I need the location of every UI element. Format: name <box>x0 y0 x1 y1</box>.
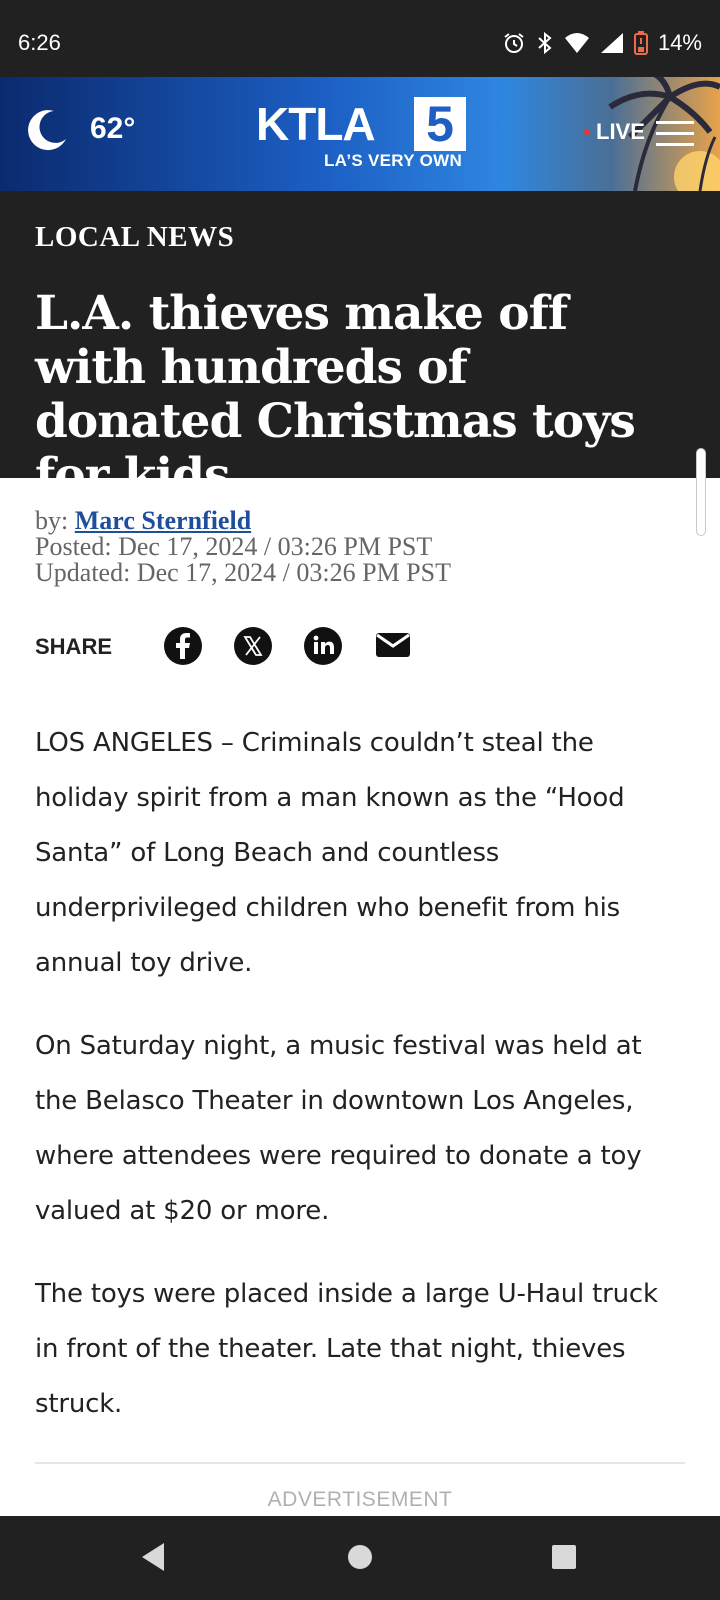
facebook-icon[interactable] <box>163 626 203 666</box>
share-label: SHARE <box>35 634 113 659</box>
article-headline: L.A. thieves make off with hundreds of d… <box>35 286 636 503</box>
updated-date: Updated: Dec 17, 2024 / 03:26 PM PST <box>35 558 451 587</box>
article-paragraph: The toys were placed inside a large U-Ha… <box>35 1279 658 1419</box>
article-hero: LOCAL NEWS L.A. thieves make off with hu… <box>0 191 720 503</box>
advertisement-label: ADVERTISEMENT <box>267 1488 453 1511</box>
share-row: SHARE <box>35 626 435 670</box>
article-paragraph: On Saturday night, a music festival was … <box>35 1031 642 1226</box>
author-link[interactable]: Marc Sternfield <box>75 506 251 535</box>
live-label: LIVE <box>596 119 645 144</box>
scrollbar-thumb[interactable] <box>696 448 706 536</box>
logo-letters: KTLA <box>256 98 376 150</box>
ad-divider <box>35 1462 685 1464</box>
ktla-logo[interactable]: KTLA 5 LA’S VERY OWN <box>256 97 468 171</box>
x-icon[interactable] <box>233 626 273 666</box>
battery-percentage: 14% <box>657 30 702 55</box>
home-icon[interactable] <box>346 1540 374 1574</box>
logo-tagline: LA’S VERY OWN <box>324 151 463 170</box>
status-time: 6:26 <box>18 30 61 55</box>
weather-temperature: 62° <box>90 112 136 145</box>
email-icon[interactable] <box>373 626 413 666</box>
linkedin-icon[interactable] <box>303 626 343 666</box>
byline-prefix: by: <box>35 506 69 535</box>
weather-widget[interactable]: 62° <box>26 107 135 151</box>
status-bar: 6:26 14% <box>0 0 720 77</box>
live-dot <box>584 129 590 135</box>
live-button[interactable]: LIVE <box>584 119 645 145</box>
status-icons: 14% <box>502 28 702 58</box>
recents-icon[interactable] <box>550 1540 578 1574</box>
posted-date: Posted: Dec 17, 2024 / 03:26 PM PST <box>35 532 433 561</box>
system-nav-bar <box>0 1516 720 1600</box>
article-body: LOS ANGELES – Criminals couldn’t steal t… <box>35 716 685 1460</box>
article-paragraph: LOS ANGELES – Criminals couldn’t steal t… <box>35 728 625 978</box>
bluetooth-icon <box>538 31 552 55</box>
byline-author-line: by: Marc Sternfield <box>35 508 451 534</box>
alarm-icon <box>504 33 524 53</box>
signal-icon <box>600 33 623 53</box>
back-icon[interactable] <box>138 1540 168 1574</box>
byline: by: Marc Sternfield Posted: Dec 17, 2024… <box>35 508 451 586</box>
logo-number: 5 <box>414 97 466 151</box>
moon-icon <box>28 110 66 151</box>
hamburger-menu-icon[interactable] <box>656 121 694 147</box>
wifi-icon <box>564 33 589 53</box>
battery-icon <box>633 31 648 55</box>
site-header: 62° KTLA 5 LA’S VERY OWN LIVE <box>0 77 720 191</box>
section-label[interactable]: LOCAL NEWS <box>35 221 234 254</box>
